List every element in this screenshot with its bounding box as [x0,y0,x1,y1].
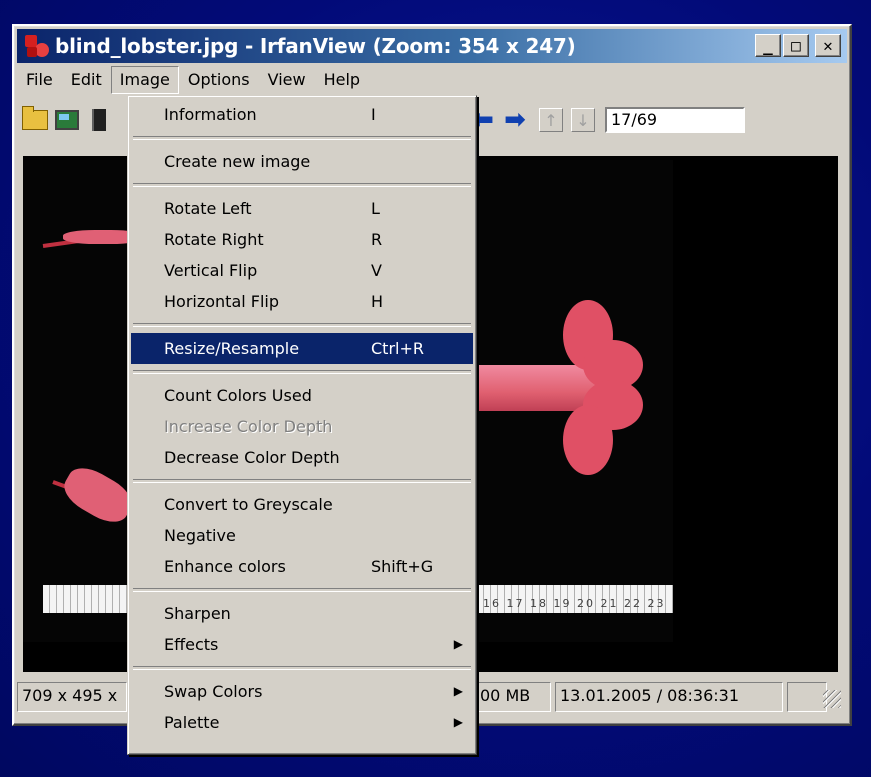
menu-item-label: Vertical Flip [164,261,258,280]
menu-item-decrease-color-depth[interactable]: Decrease Color Depth [131,442,473,473]
menu-item-enhance-colors[interactable]: Enhance colors Shift+G [131,551,473,582]
menu-separator [133,666,471,670]
status-dimensions: 709 x 495 x [17,682,127,712]
menu-item-shortcut: H [371,292,384,311]
menu-item-increase-color-depth: Increase Color Depth [131,411,473,442]
arrow-up-icon: ↑ [539,108,563,132]
menu-item-shortcut: L [371,199,380,218]
menu-item-vertical-flip[interactable]: Vertical Flip V [131,255,473,286]
menu-item-rotate-left[interactable]: Rotate Left L [131,193,473,224]
menu-item-label: Resize/Resample [164,339,300,358]
menu-options[interactable]: Options [179,66,259,94]
menu-item-label: Effects [164,635,219,654]
minimize-button[interactable]: _ [755,34,781,57]
menu-item-label: Rotate Left [164,199,252,218]
menu-item-label: Rotate Right [164,230,264,249]
slideshow-icon[interactable] [53,106,81,134]
menu-item-create-new-image[interactable]: Create new image [131,146,473,177]
menu-item-convert-to-greyscale[interactable]: Convert to Greyscale [131,489,473,520]
menu-separator [133,323,471,327]
title-bar[interactable]: blind_lobster.jpg - IrfanView (Zoom: 354… [17,29,847,63]
image-menu-dropdown: Information I Create new image Rotate Le… [127,95,477,755]
menu-item-shortcut: I [371,105,376,124]
menu-separator [133,370,471,374]
irfanview-app-icon [23,33,51,59]
menu-item-label: Swap Colors [164,682,263,701]
submenu-arrow-icon: ▶ [453,715,463,729]
menu-help[interactable]: Help [315,66,369,94]
menu-item-palette[interactable]: Palette ▶ [131,707,473,738]
menu-item-shortcut: Ctrl+R [371,339,424,358]
last-page-button[interactable]: ↓ [569,106,597,134]
menu-separator [133,183,471,187]
tail-fan-bottom [563,405,613,475]
menu-item-label: Increase Color Depth [164,417,333,436]
maximize-button[interactable]: □ [783,34,809,57]
menu-view[interactable]: View [259,66,315,94]
menu-edit[interactable]: Edit [62,66,111,94]
status-memory: 00 MB [475,682,551,712]
window-title: blind_lobster.jpg - IrfanView (Zoom: 354… [55,34,576,58]
menu-item-shortcut: Shift+G [371,557,434,576]
resize-grip-icon[interactable] [823,690,841,708]
menu-separator [133,479,471,483]
menu-item-label: Enhance colors [164,557,286,576]
menu-item-effects[interactable]: Effects ▶ [131,629,473,660]
menu-separator [133,136,471,140]
menu-item-resize-resample[interactable]: Resize/Resample Ctrl+R [131,333,473,364]
menu-item-label: Decrease Color Depth [164,448,340,467]
menu-item-label: Negative [164,526,236,545]
menu-item-label: Information [164,105,257,124]
menu-item-count-colors-used[interactable]: Count Colors Used [131,380,473,411]
menu-file[interactable]: File [17,66,62,94]
status-empty [787,682,827,712]
menu-item-label: Create new image [164,152,311,171]
menu-separator [133,588,471,592]
status-datetime: 13.01.2005 / 08:36:31 [555,682,783,712]
open-folder-icon[interactable] [21,106,49,134]
next-image-icon[interactable]: ➡ [501,106,529,134]
menu-item-negative[interactable]: Negative [131,520,473,551]
menu-item-label: Palette [164,713,220,732]
ruler-numbers: 16 17 18 19 20 21 22 23 [483,597,666,610]
menu-bar: File Edit Image Options View Help [17,66,847,94]
save-icon[interactable] [85,106,113,134]
menu-image[interactable]: Image [110,66,179,94]
submenu-arrow-icon: ▶ [453,637,463,651]
first-page-button[interactable]: ↑ [537,106,565,134]
caption-buttons: _ □ ✕ [755,34,841,57]
submenu-arrow-icon: ▶ [453,684,463,698]
menu-item-information[interactable]: Information I [131,99,473,130]
menu-item-label: Convert to Greyscale [164,495,333,514]
page-indicator-field[interactable]: 17/69 [605,107,745,133]
arrow-down-icon: ↓ [571,108,595,132]
menu-item-label: Horizontal Flip [164,292,280,311]
menu-item-sharpen[interactable]: Sharpen [131,598,473,629]
close-button[interactable]: ✕ [815,34,841,57]
menu-item-label: Count Colors Used [164,386,312,405]
menu-item-label: Sharpen [164,604,231,623]
menu-item-rotate-right[interactable]: Rotate Right R [131,224,473,255]
menu-item-horizontal-flip[interactable]: Horizontal Flip H [131,286,473,317]
menu-item-shortcut: V [371,261,382,280]
menu-item-shortcut: R [371,230,383,249]
menu-item-swap-colors[interactable]: Swap Colors ▶ [131,676,473,707]
